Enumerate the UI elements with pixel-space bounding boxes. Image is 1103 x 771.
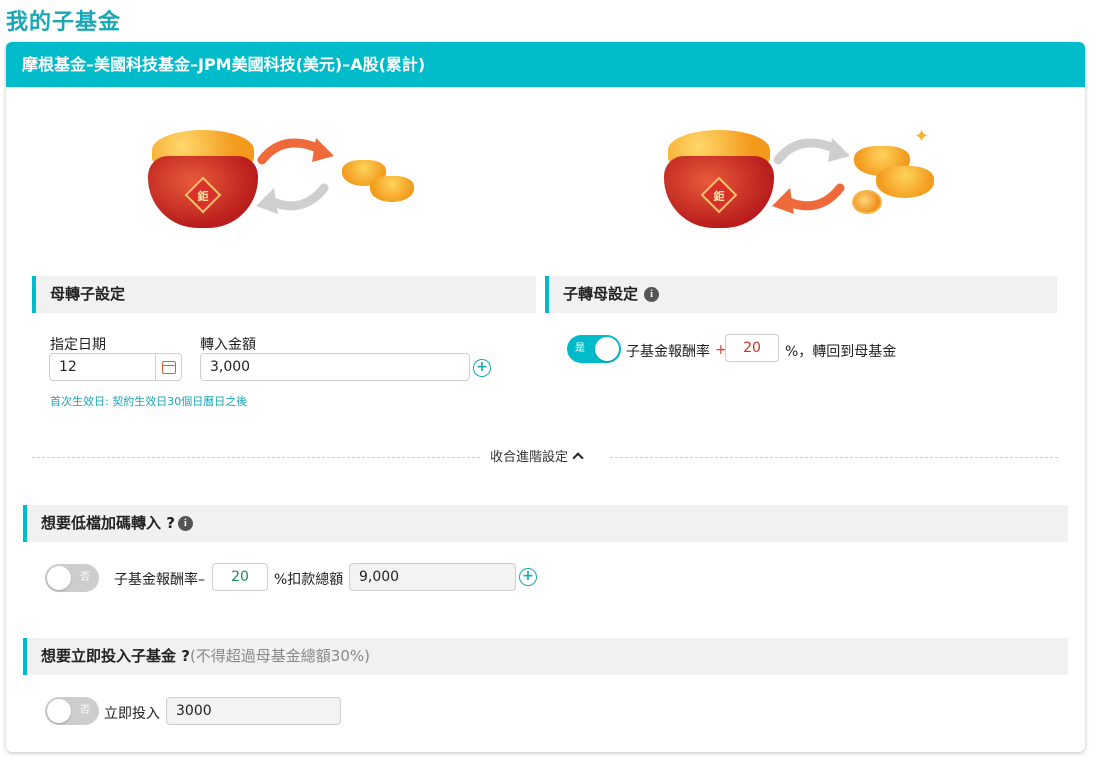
parent-to-child-title: 母轉子設定 xyxy=(50,285,126,303)
toggle-label: 否 xyxy=(80,572,90,583)
collapse-label: 收合進階設定 xyxy=(490,450,569,465)
return-rate-label: 子基金報酬率 xyxy=(626,344,710,360)
low-buy-toggle[interactable]: 否 xyxy=(45,564,99,592)
child-to-parent-title: 子轉母設定 xyxy=(563,285,639,303)
chevron-up-icon xyxy=(572,451,584,464)
amount-value: 3,000 xyxy=(210,359,251,375)
calendar-icon xyxy=(161,360,176,374)
toggle-knob xyxy=(47,699,71,723)
invest-now-section: 想要立即投入子基金 ?(不得超過母基金總額30%) xyxy=(23,638,1068,675)
low-buy-rate-value: 20 xyxy=(231,569,249,585)
low-buy-rate-label: 子基金報酬率– xyxy=(114,572,205,588)
child-to-parent-section: 子轉母設定 i xyxy=(545,276,1057,313)
add-amount-button[interactable]: + xyxy=(473,359,491,377)
toggle-knob xyxy=(595,337,619,361)
divider-right xyxy=(610,457,1058,458)
child-fund-card: 摩根基金–美國科技基金–JPM美國科技(美元)–A股(累計) 鉅 鉅 ✦ 母轉子… xyxy=(6,42,1085,752)
amount-input[interactable]: 3,000 xyxy=(200,353,470,381)
date-value: 12 xyxy=(59,359,77,375)
total-deduction-label: %扣款總額 xyxy=(274,572,344,588)
return-rate-value: 20 xyxy=(743,340,761,356)
info-icon[interactable]: i xyxy=(644,287,660,302)
exchange-arrows-icon xyxy=(772,138,850,214)
parent-to-child-section: 母轉子設定 xyxy=(32,276,536,313)
add-total-button[interactable]: + xyxy=(519,568,537,586)
total-deduction-input[interactable]: 9,000 xyxy=(349,563,516,591)
return-to-parent-text: %，轉回到母基金 xyxy=(785,344,897,360)
page-title: 我的子基金 xyxy=(6,10,122,35)
calendar-button[interactable] xyxy=(155,354,181,380)
invest-now-title: 想要立即投入子基金 ? xyxy=(41,647,190,665)
invest-now-value: 3000 xyxy=(176,703,212,719)
invest-now-input[interactable]: 3000 xyxy=(166,697,341,725)
info-icon[interactable]: i xyxy=(177,516,193,531)
fund-name-header: 摩根基金–美國科技基金–JPM美國科技(美元)–A股(累計) xyxy=(6,42,1085,87)
effective-date-hint: 首次生效日: 契約生效日30個日曆日之後 xyxy=(50,395,248,408)
toggle-label: 否 xyxy=(80,705,90,716)
invest-now-toggle[interactable]: 否 xyxy=(45,697,99,725)
date-input[interactable]: 12 xyxy=(49,353,182,381)
child-to-parent-toggle[interactable]: 是 xyxy=(567,335,621,363)
total-deduction-value: 9,000 xyxy=(359,569,400,585)
divider-left xyxy=(32,457,480,458)
child-to-parent-illustration: 鉅 ✦ xyxy=(662,122,952,232)
return-rate-input[interactable]: 20 xyxy=(725,334,779,362)
exchange-arrows-icon xyxy=(256,138,334,214)
pot-emblem-char: 鉅 xyxy=(197,190,209,203)
parent-to-child-illustration: 鉅 xyxy=(146,122,426,232)
toggle-knob xyxy=(47,566,71,590)
date-label: 指定日期 xyxy=(50,337,106,353)
low-buy-rate-input[interactable]: 20 xyxy=(212,563,268,591)
invest-now-label: 立即投入 xyxy=(104,706,160,722)
pot-emblem-char: 鉅 xyxy=(713,190,725,203)
amount-label: 轉入金額 xyxy=(200,337,256,353)
low-buy-section: 想要低檔加碼轉入 ? i xyxy=(23,505,1068,542)
gold-ingot-icon xyxy=(370,176,414,202)
gold-ingot-icon xyxy=(876,166,934,198)
collapse-advanced-toggle[interactable]: 收合進階設定 xyxy=(490,446,584,465)
sparkle-icon: ✦ xyxy=(914,126,930,147)
invest-now-note: (不得超過母基金總額30%) xyxy=(189,647,370,665)
toggle-label: 是 xyxy=(575,343,585,354)
gold-coin-icon xyxy=(852,190,882,214)
low-buy-title: 想要低檔加碼轉入 ? xyxy=(41,514,175,532)
